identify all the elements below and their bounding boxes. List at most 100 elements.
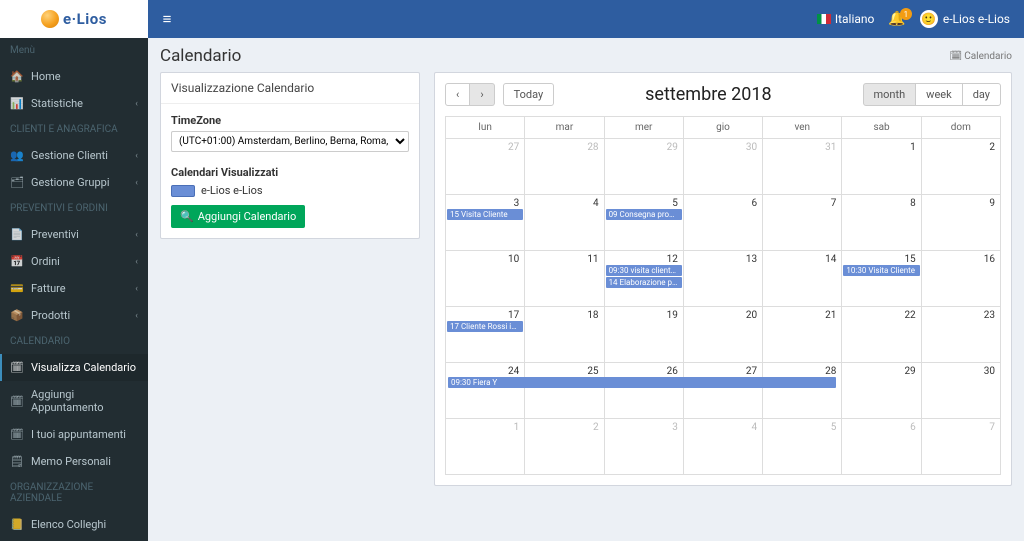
day-number: 18	[587, 310, 598, 321]
language-selector[interactable]: Italiano	[817, 12, 875, 26]
view-day-button[interactable]: day	[963, 83, 1001, 106]
calendar-cell[interactable]: 30	[921, 363, 1000, 419]
sidebar-item-home[interactable]: 🏠Home	[0, 63, 148, 90]
sidebar-item-memo[interactable]: 🗒Memo Personali	[0, 448, 148, 475]
sidebar-item-gestione-gruppi[interactable]: 🗂Gestione Gruppi‹	[0, 169, 148, 196]
calendar-cell[interactable]: 509 Consegna progetto	[604, 195, 683, 251]
timezone-label: TimeZone	[171, 114, 409, 127]
today-button[interactable]: Today	[503, 83, 555, 106]
sidebar-item-visualizza-calendario[interactable]: 🗓Visualizza Calendario	[0, 354, 148, 381]
calendar-cell[interactable]: 31	[763, 139, 842, 195]
calendar-cell[interactable]: 25	[525, 363, 604, 419]
calendar-cell[interactable]: 29	[604, 139, 683, 195]
add-calendar-button[interactable]: 🔍Aggiungi Calendario	[171, 205, 305, 228]
dow-header: sab	[842, 117, 921, 139]
dow-header: ven	[763, 117, 842, 139]
sidebar-item-fatture[interactable]: 💳Fatture‹	[0, 275, 148, 302]
day-number: 12	[667, 254, 678, 265]
sidebar-item-ordini[interactable]: 📅Ordini‹	[0, 248, 148, 275]
calendar-cell[interactable]: 5	[763, 419, 842, 475]
notifications-button[interactable]: 🔔1	[888, 11, 905, 27]
calendar-event[interactable]: 09 Consegna progetto	[606, 209, 682, 220]
calendar-cell[interactable]: 1717 Cliente Rossi in sed	[446, 307, 525, 363]
sidebar-item-tuoi-appuntamenti[interactable]: 🗓I tuoi appuntamenti	[0, 421, 148, 448]
calendar-cell[interactable]: 2	[921, 139, 1000, 195]
calendar-color-swatch	[171, 185, 195, 197]
day-number: 21	[825, 310, 836, 321]
calendar-cell[interactable]: 20	[683, 307, 762, 363]
day-number: 1	[910, 142, 916, 153]
day-number: 10	[508, 254, 519, 265]
next-button[interactable]: ›	[470, 83, 494, 106]
calendar-cell[interactable]: 30	[683, 139, 762, 195]
timezone-select[interactable]: (UTC+01:00) Amsterdam, Berlino, Berna, R…	[171, 131, 409, 152]
calendar-cell[interactable]: 27	[446, 139, 525, 195]
calendar-cell[interactable]: 16	[921, 251, 1000, 307]
calendar-cell[interactable]: 28	[525, 139, 604, 195]
sidebar-item-gestione-clienti[interactable]: 👥Gestione Clienti‹	[0, 142, 148, 169]
calendar-cell[interactable]: 2409:30 Fiera Y	[446, 363, 525, 419]
calendar-cell[interactable]: 23	[921, 307, 1000, 363]
calendar-cell[interactable]: 7	[921, 419, 1000, 475]
calendar-entry[interactable]: e-Lios e-Lios	[171, 184, 409, 197]
calendar-cell[interactable]: 4	[683, 419, 762, 475]
sidebar-item-aggiungi-appuntamento[interactable]: 🗓Aggiungi Appuntamento	[0, 381, 148, 421]
calendar-event[interactable]: 15 Visita Cliente	[447, 209, 523, 220]
sidebar-header-calendario: CALENDARIO	[0, 329, 148, 354]
day-number: 16	[984, 254, 995, 265]
home-icon: 🏠	[10, 70, 24, 83]
sidebar-header-preventivi: PREVENTIVI E ORDINI	[0, 196, 148, 221]
calendar-cell[interactable]: 4	[525, 195, 604, 251]
calendar-cell[interactable]: 1510:30 Visita Cliente	[842, 251, 921, 307]
calendar-cell[interactable]: 6	[842, 419, 921, 475]
calendar-cell[interactable]: 2	[525, 419, 604, 475]
sidebar-item-prodotti[interactable]: 📦Prodotti‹	[0, 302, 148, 329]
chevron-left-icon: ‹	[135, 284, 138, 294]
calendar-event[interactable]: 09:30 visita cliente Sta	[606, 265, 682, 276]
calendar-cell[interactable]: 18	[525, 307, 604, 363]
page-title: Calendario	[160, 46, 241, 66]
calendar-cell[interactable]: 9	[921, 195, 1000, 251]
calendar-cell[interactable]: 315 Visita Cliente	[446, 195, 525, 251]
brand-logo[interactable]: e·Lios	[0, 0, 148, 38]
box-icon: 📦	[10, 309, 24, 322]
calendar-cell[interactable]: 11	[525, 251, 604, 307]
calendar-cell[interactable]: 3	[604, 419, 683, 475]
calendar-cell[interactable]: 8	[842, 195, 921, 251]
user-menu[interactable]: 🙂 e-Lios e-Lios	[920, 10, 1010, 28]
view-week-button[interactable]: week	[916, 83, 963, 106]
breadcrumb[interactable]: 🗓Calendario	[949, 51, 1012, 62]
chevron-left-icon: ‹	[135, 151, 138, 161]
calendar-cell[interactable]: 14	[763, 251, 842, 307]
calendar-cell[interactable]: 19	[604, 307, 683, 363]
day-number: 2	[989, 142, 995, 153]
calendar-cell[interactable]: 13	[683, 251, 762, 307]
day-number: 9	[989, 198, 995, 209]
address-book-icon: 📒	[10, 518, 24, 531]
calendar-cell[interactable]: 6	[683, 195, 762, 251]
chevron-left-icon: ‹	[135, 99, 138, 109]
sidebar-toggle-button[interactable]: ≡	[148, 10, 186, 28]
calendar-event[interactable]: 14 Elaborazione preve	[606, 277, 682, 288]
view-month-button[interactable]: month	[863, 83, 917, 106]
sidebar-item-elenco-colleghi[interactable]: 📒Elenco Colleghi	[0, 511, 148, 538]
calendar-cell[interactable]: 29	[842, 363, 921, 419]
sidebar-item-preventivi[interactable]: 📄Preventivi‹	[0, 221, 148, 248]
calendar-cell[interactable]: 1	[842, 139, 921, 195]
calendar-event[interactable]: 10:30 Visita Cliente	[843, 265, 919, 276]
calendar-cell[interactable]: 1209:30 visita cliente Sta14 Elaborazion…	[604, 251, 683, 307]
calendar-cell[interactable]: 26	[604, 363, 683, 419]
calendar-cell[interactable]: 22	[842, 307, 921, 363]
day-number: 5	[831, 422, 837, 433]
calendar-cell[interactable]: 21	[763, 307, 842, 363]
calendar-cell[interactable]: 27	[683, 363, 762, 419]
calendar-cell[interactable]: 10	[446, 251, 525, 307]
calendar-cell[interactable]: 1	[446, 419, 525, 475]
flag-it-icon	[817, 14, 831, 24]
sidebar-item-statistiche[interactable]: 📊Statistiche‹	[0, 90, 148, 117]
calendar-cell[interactable]: 28	[763, 363, 842, 419]
calendar-event[interactable]: 17 Cliente Rossi in sed	[447, 321, 523, 332]
calendar-cell[interactable]: 7	[763, 195, 842, 251]
prev-button[interactable]: ‹	[445, 83, 470, 106]
dow-header: dom	[921, 117, 1000, 139]
